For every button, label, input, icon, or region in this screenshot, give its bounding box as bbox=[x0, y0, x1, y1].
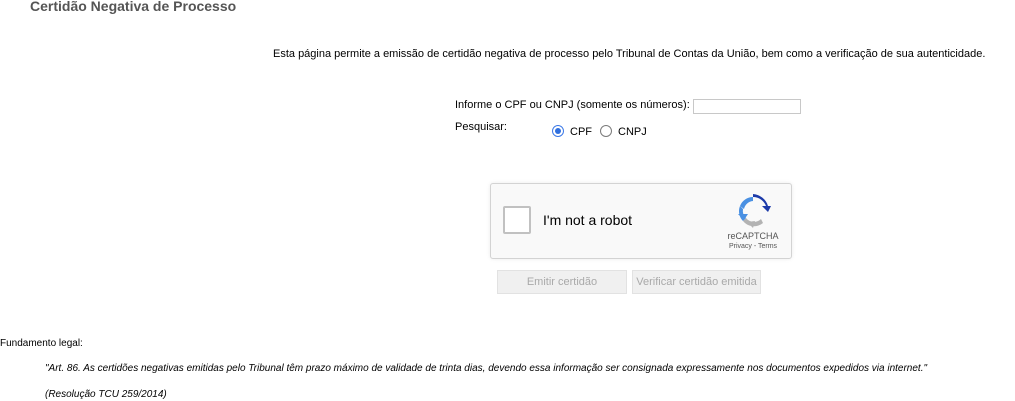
cpf-cnpj-label: Informe o CPF ou CNPJ (somente os número… bbox=[455, 99, 690, 111]
cpf-radio-label[interactable]: CPF bbox=[570, 126, 592, 138]
emit-certificate-button[interactable]: Emitir certidão bbox=[497, 270, 627, 294]
page-title: Certidão Negativa de Processo bbox=[30, 0, 237, 14]
recaptcha-checkbox[interactable] bbox=[503, 206, 531, 234]
verify-certificate-button[interactable]: Verificar certidão emitida bbox=[632, 270, 761, 294]
cpf-radio[interactable] bbox=[552, 125, 564, 137]
legal-basis-reference: (Resolução TCU 259/2014) bbox=[45, 389, 167, 400]
legal-basis-quote: "Art. 86. As certidões negativas emitida… bbox=[45, 363, 928, 374]
recaptcha-widget: I'm not a robot reCAPTCHA Privacy - Term… bbox=[490, 183, 792, 259]
recaptcha-label: I'm not a robot bbox=[543, 212, 633, 228]
recaptcha-brand: reCAPTCHA bbox=[727, 231, 779, 241]
search-type-radio-group: CPF CNPJ bbox=[552, 124, 655, 138]
intro-text: Esta página permite a emissão de certidã… bbox=[273, 48, 986, 60]
cnpj-radio-label[interactable]: CNPJ bbox=[618, 126, 647, 138]
legal-basis-label: Fundamento legal: bbox=[0, 338, 83, 349]
page: Certidão Negativa de Processo Esta págin… bbox=[0, 0, 1015, 401]
recaptcha-logo-icon bbox=[738, 194, 771, 228]
recaptcha-links[interactable]: Privacy - Terms bbox=[711, 243, 795, 250]
cpf-cnpj-input[interactable] bbox=[693, 99, 801, 114]
search-type-label: Pesquisar: bbox=[455, 121, 507, 133]
cnpj-radio[interactable] bbox=[600, 125, 612, 137]
